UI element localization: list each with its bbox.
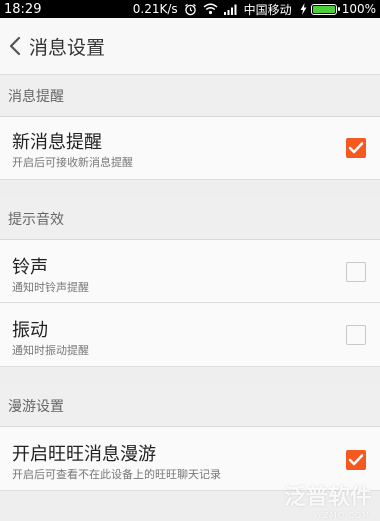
checkbox-ringtone[interactable] [346, 262, 366, 282]
setting-row-ringtone[interactable]: 铃声 通知时铃声提醒 [0, 240, 380, 303]
battery-icon [310, 3, 340, 15]
setting-description: 开启后可查看不在此设备上的旺旺聊天记录 [12, 468, 221, 481]
signal-icon [223, 4, 238, 15]
page-title: 消息设置 [29, 36, 106, 59]
status-time: 18:29 [4, 1, 42, 17]
checkbox-new-message-reminder[interactable] [346, 138, 366, 158]
setting-label: 振动 [12, 320, 48, 341]
status-bar: 18:29 0.21K/s 中国移动 100% [0, 0, 380, 18]
battery-percent: 100% [341, 2, 376, 16]
section-header-sound-effects: 提示音效 [0, 198, 380, 240]
section-header-message-reminder: 消息提醒 [0, 75, 380, 117]
network-speed: 0.21K/s [132, 2, 178, 16]
app-header: 消息设置 [0, 18, 380, 75]
setting-description: 通知时振动提醒 [12, 344, 89, 357]
section-header-roaming-settings: 漫游设置 [0, 385, 380, 427]
setting-description: 通知时铃声提醒 [12, 281, 89, 294]
setting-row-new-message-reminder[interactable]: 新消息提醒 开启后可接收新消息提醒 [0, 117, 380, 180]
charging-icon [300, 3, 307, 15]
setting-description: 开启后可接收新消息提醒 [12, 156, 133, 169]
setting-label: 开启旺旺消息漫游 [12, 444, 156, 465]
setting-label: 新消息提醒 [12, 132, 102, 153]
watermark-url: YZMO.COM [317, 511, 370, 520]
checkbox-vibration[interactable] [346, 325, 366, 345]
setting-label: 铃声 [12, 257, 48, 278]
setting-row-wangwang-roaming[interactable]: 开启旺旺消息漫游 开启后可查看不在此设备上的旺旺聊天记录 [0, 427, 380, 491]
chevron-left-icon[interactable] [3, 26, 27, 66]
carrier-name: 中国移动 [243, 2, 292, 17]
wifi-icon [203, 3, 218, 15]
setting-row-vibration[interactable]: 振动 通知时振动提醒 [0, 303, 380, 367]
checkbox-wangwang-roaming[interactable] [346, 450, 366, 470]
alarm-icon [184, 3, 197, 16]
